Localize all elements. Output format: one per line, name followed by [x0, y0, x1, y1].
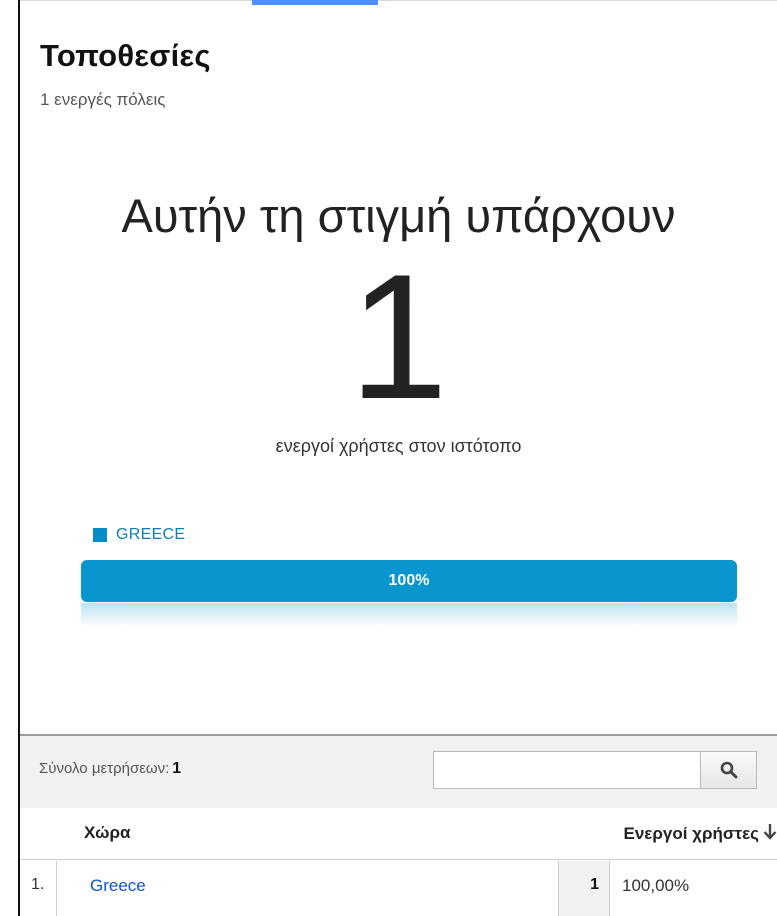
panel-top-divider — [20, 0, 777, 1]
country-share-bar-fill: 100% — [81, 560, 737, 602]
row-active-users-percent: 100,00% — [622, 876, 690, 895]
total-metrics-label: Σύνολο μετρήσεων: — [39, 760, 170, 777]
page-title: Τοποθεσίες — [40, 38, 211, 73]
active-users-caption: ενεργοί χρήστες στον ιστότοπο — [275, 436, 522, 456]
arrow-down-icon — [763, 823, 777, 845]
country-legend: GREECE — [93, 526, 185, 544]
total-metrics: Σύνολο μετρήσεων: 1 — [39, 760, 181, 778]
column-header-country[interactable]: Χώρα — [84, 823, 130, 843]
active-users-count: 1 — [349, 237, 448, 436]
table-search-button[interactable] — [700, 751, 757, 789]
table-search-input[interactable] — [433, 751, 713, 789]
bar-reflection — [81, 603, 737, 627]
row-active-users-count: 1 — [558, 861, 610, 916]
table-header-row: Χώρα Ενεργοί χρήστες — [20, 808, 777, 860]
realtime-headline: Αυτήν τη στιγμή υπάρχουν — [121, 189, 676, 242]
column-header-active-users-label: Ενεργοί χρήστες — [623, 824, 759, 843]
search-icon — [720, 761, 737, 779]
country-share-bar[interactable]: 100% — [81, 560, 737, 602]
legend-swatch — [93, 528, 107, 542]
table-row: 1. Greece 1 100,00% — [20, 861, 777, 916]
row-country-link[interactable]: Greece — [90, 876, 146, 896]
total-metrics-value: 1 — [172, 760, 182, 777]
locations-panel: Τοποθεσίες 1 ενεργές πόλεις Αυτήν τη στι… — [0, 0, 777, 916]
active-tab-indicator — [252, 0, 378, 5]
table-toolbar: Σύνολο μετρήσεων: 1 — [20, 736, 777, 808]
column-header-active-users[interactable]: Ενεργοί χρήστες — [624, 823, 777, 845]
legend-label: GREECE — [116, 526, 186, 543]
row-index: 1. — [20, 861, 57, 916]
active-cities-count: 1 ενεργές πόλεις — [40, 90, 166, 109]
country-share-label: 100% — [388, 572, 430, 589]
